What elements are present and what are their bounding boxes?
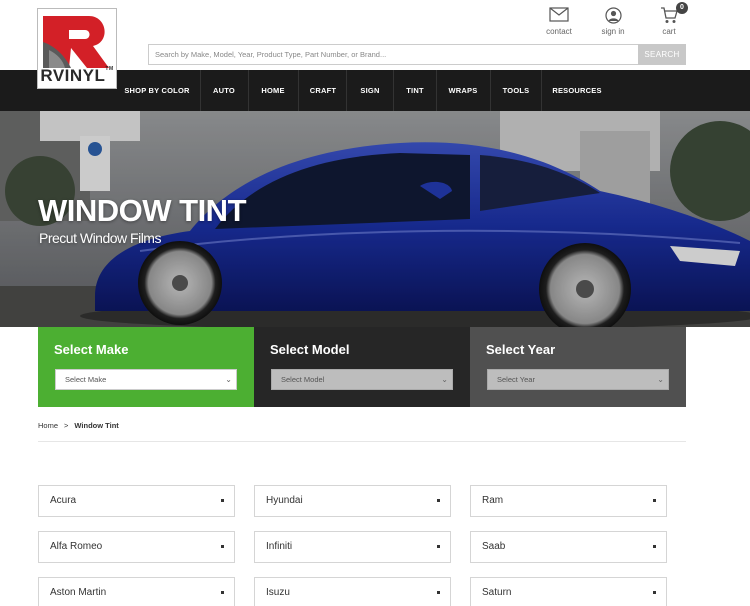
bullet-icon (437, 591, 440, 594)
select-year-panel: Select Year Select Year ⌄ (470, 327, 686, 407)
select-year-dropdown[interactable]: Select Year ⌄ (487, 369, 669, 390)
make-label: Acura (50, 495, 77, 506)
select-model-heading: Select Model (270, 342, 350, 357)
make-item[interactable]: Hyundai (254, 485, 451, 517)
make-item[interactable]: Alfa Romeo (38, 531, 235, 563)
cart-count-badge: 0 (676, 2, 688, 14)
breadcrumb-separator: > (64, 421, 69, 430)
breadcrumb: Home > Window Tint (38, 421, 125, 430)
bullet-icon (653, 591, 656, 594)
user-icon (604, 7, 622, 24)
make-label: Hyundai (266, 495, 303, 506)
search-button[interactable]: SEARCH (638, 44, 686, 65)
rvinyl-logo[interactable]: RVINYLTM (37, 8, 117, 89)
signin-label: sign in (601, 27, 625, 36)
hero-subtitle: Precut Window Films (39, 230, 161, 246)
make-label: Saturn (482, 587, 512, 598)
make-item[interactable]: Saab (470, 531, 667, 563)
signin-link[interactable]: sign in (583, 7, 643, 36)
chevron-down-icon: ⌄ (441, 375, 448, 384)
select-make-dropdown[interactable]: Select Make ⌄ (55, 369, 237, 390)
breadcrumb-home[interactable]: Home (38, 421, 58, 430)
logo-wordmark: RVINYLTM (40, 66, 114, 85)
contact-label: contact (546, 27, 572, 36)
bullet-icon (437, 545, 440, 548)
select-make-panel: Select Make Select Make ⌄ (38, 327, 254, 407)
breadcrumb-current: Window Tint (74, 421, 119, 430)
select-make-heading: Select Make (54, 342, 129, 357)
contact-link[interactable]: contact (529, 7, 589, 36)
nav-craft[interactable]: CRAFT (299, 70, 347, 111)
make-label: Ram (482, 495, 504, 506)
select-model-value: Select Model (281, 375, 325, 384)
hero-title: WINDOW TINT (38, 193, 247, 228)
cart-label: cart (662, 27, 676, 36)
nav-resources[interactable]: RESOURCES (542, 70, 612, 111)
chevron-down-icon: ⌄ (657, 375, 664, 384)
divider (38, 441, 686, 442)
make-label: Alfa Romeo (50, 541, 103, 552)
bullet-icon (221, 545, 224, 548)
nav-auto[interactable]: AUTO (201, 70, 247, 111)
make-label: Aston Martin (50, 587, 107, 598)
cart-link[interactable]: 0 cart (639, 2, 699, 36)
make-label: Infiniti (266, 541, 293, 552)
select-make-value: Select Make (65, 375, 107, 384)
nav-wraps[interactable]: WRAPS (437, 70, 489, 111)
site-header: RVINYLTM contact sign in 0 cart SEARCH (0, 0, 750, 89)
nav-sign[interactable]: SIGN (347, 70, 393, 111)
search-bar: SEARCH (148, 44, 686, 65)
nav-tint[interactable]: TINT (394, 70, 436, 111)
nav-tools[interactable]: TOOLS (491, 70, 541, 111)
make-item[interactable]: Ram (470, 485, 667, 517)
make-item[interactable]: Aston Martin (38, 577, 235, 606)
make-item[interactable]: Acura (38, 485, 235, 517)
chevron-down-icon: ⌄ (225, 375, 232, 384)
hero-banner: WINDOW TINT Precut Window Films (0, 111, 750, 327)
nav-home[interactable]: HOME (249, 70, 297, 111)
bullet-icon (221, 499, 224, 502)
select-model-panel: Select Model Select Model ⌄ (254, 327, 470, 407)
bullet-icon (653, 499, 656, 502)
select-model-dropdown[interactable]: Select Model ⌄ (271, 369, 453, 390)
make-item[interactable]: Saturn (470, 577, 667, 606)
make-item[interactable]: Infiniti (254, 531, 451, 563)
logo-mark-icon (43, 16, 109, 68)
bullet-icon (437, 499, 440, 502)
nav-shop-by-color[interactable]: SHOP BY COLOR (118, 70, 196, 111)
bullet-icon (221, 591, 224, 594)
search-input[interactable] (148, 44, 638, 65)
select-year-value: Select Year (497, 375, 535, 384)
bullet-icon (653, 545, 656, 548)
envelope-icon (549, 7, 569, 22)
select-year-heading: Select Year (486, 342, 556, 357)
make-item[interactable]: Isuzu (254, 577, 451, 606)
make-label: Saab (482, 541, 506, 552)
make-label: Isuzu (266, 587, 290, 598)
